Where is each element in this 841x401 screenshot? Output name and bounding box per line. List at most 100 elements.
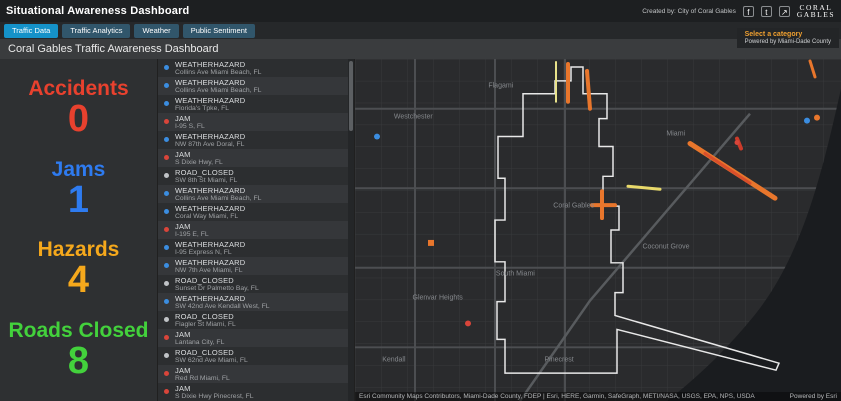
jam-dot xyxy=(164,155,169,160)
incident-location: Collins Ave Miami Beach, FL xyxy=(175,195,262,202)
incident-location: NW 7th Ave Miami, FL xyxy=(175,267,243,274)
weatherhazard-dot xyxy=(164,245,169,250)
stat-value: 8 xyxy=(67,340,90,383)
road-closed-dot xyxy=(164,281,169,286)
incident-location: SW 62nd Ave Miami, FL xyxy=(175,357,248,364)
list-item[interactable]: WEATHERHAZARD SW 42nd Ave Kendall West, F… xyxy=(158,293,354,311)
jam-marker[interactable] xyxy=(804,117,810,124)
incident-location: NW 87th Ave Doral, FL xyxy=(175,141,245,148)
weatherhazard-dot xyxy=(164,83,169,88)
category-selector[interactable]: Select a category Powered by Miami-Dade … xyxy=(736,28,839,48)
accident-marker[interactable] xyxy=(465,320,471,327)
incident-location: S Dixie Hwy Pinecrest, FL xyxy=(175,393,254,400)
list-item[interactable]: WEATHERHAZARD I-95 Express N, FL xyxy=(158,239,354,257)
list-item[interactable]: ROAD_CLOSED Sunset Dr Palmetto Bay, FL xyxy=(158,275,354,293)
list-item[interactable]: ROAD_CLOSED SW 62nd Ave Miami, FL xyxy=(158,347,354,365)
incident-location: Collins Ave Miami Beach, FL xyxy=(175,69,262,76)
stat-label: Hazards xyxy=(37,238,120,262)
incident-location: Red Rd Miami, FL xyxy=(175,375,230,382)
list-item[interactable]: JAM I-95 S, FL xyxy=(158,113,354,131)
attribution-sources: Esri Community Maps Contributors, Miami-… xyxy=(359,393,755,400)
list-item[interactable]: JAM Lantana City, FL xyxy=(158,329,354,347)
list-item[interactable]: JAM Red Rd Miami, FL xyxy=(158,365,354,383)
tab-weather[interactable]: Weather xyxy=(134,23,179,38)
incident-location: Coral Way Miami, FL xyxy=(175,213,239,220)
list-item[interactable]: WEATHERHAZARD Collins Ave Miami Beach, FL xyxy=(158,59,354,77)
road-closed-dot xyxy=(164,173,169,178)
map-canvas[interactable] xyxy=(355,59,841,401)
incident-location: S Dixie Hwy, FL xyxy=(175,159,223,166)
jam-dot xyxy=(164,335,169,340)
dashboard-title: Coral Gables Traffic Awareness Dashboard xyxy=(8,43,219,55)
incident-type: JAM xyxy=(175,150,191,159)
stat-accidents: Accidents 0 xyxy=(0,77,157,140)
list-item[interactable]: WEATHERHAZARD Collins Ave Miami Beach, FL xyxy=(158,185,354,203)
list-item[interactable]: ROAD_CLOSED SW 8th St Miami, FL xyxy=(158,167,354,185)
incident-location: SW 42nd Ave Kendall West, FL xyxy=(175,303,270,310)
incident-location: Sunset Dr Palmetto Bay, FL xyxy=(175,285,259,292)
stat-value: 0 xyxy=(67,97,90,140)
incident-location: I-195 E, FL xyxy=(175,231,209,238)
weatherhazard-dot xyxy=(164,191,169,196)
incident-type: WEATHERHAZARD xyxy=(175,258,246,267)
app-title: Situational Awareness Dashboard xyxy=(6,5,190,17)
weatherhazard-dot xyxy=(164,263,169,268)
map[interactable]: Westchester Flagami Miami Coral Gables Cocon… xyxy=(355,59,841,401)
stat-label: Roads Closed xyxy=(8,319,149,343)
sub-header: Coral Gables Traffic Awareness Dashboard… xyxy=(0,28,841,59)
tab-traffic-analytics[interactable]: Traffic Analytics xyxy=(62,23,131,38)
jam-dot xyxy=(164,371,169,376)
logo-line-2: GABLES xyxy=(796,10,835,19)
main-content: Accidents 0 Jams 1 Hazards 4 Roads Closed 8 WEA… xyxy=(0,59,841,401)
facebook-icon[interactable]: f xyxy=(742,5,754,17)
stats-panel: Accidents 0 Jams 1 Hazards 4 Roads Closed 8 xyxy=(0,59,158,401)
topbar-right: Created by: City of Coral Gables f t ↗ C… xyxy=(642,3,835,19)
incident-type: JAM xyxy=(175,366,191,375)
jam-dot xyxy=(164,119,169,124)
attribution-powered-by: Powered by Esri xyxy=(789,393,837,400)
top-bar: Situational Awareness Dashboard Created … xyxy=(0,0,841,22)
hazard-marker-blue[interactable] xyxy=(374,133,380,140)
incident-type: JAM xyxy=(175,330,191,339)
list-scrollbar-thumb[interactable] xyxy=(349,61,353,131)
road-closed-dot xyxy=(164,317,169,322)
list-item[interactable]: WEATHERHAZARD NW 7th Ave Miami, FL xyxy=(158,257,354,275)
list-item[interactable]: WEATHERHAZARD Collins Ave Miami Beach, FL xyxy=(158,77,354,95)
stat-value: 4 xyxy=(67,259,90,302)
tab-public-sentiment[interactable]: Public Sentiment xyxy=(182,23,255,38)
jam-marker-red[interactable] xyxy=(734,140,740,145)
incident-type: ROAD_CLOSED xyxy=(175,276,234,285)
incident-type: ROAD_CLOSED xyxy=(175,312,234,321)
list-scrollbar[interactable] xyxy=(348,59,354,401)
hazard-marker[interactable] xyxy=(814,114,820,121)
incident-type: ROAD_CLOSED xyxy=(175,168,234,177)
jam-dot xyxy=(164,389,169,394)
list-item[interactable]: WEATHERHAZARD Florida's Tpke, FL xyxy=(158,95,354,113)
stat-jams: Jams 1 xyxy=(0,157,157,221)
list-item[interactable]: JAM S Dixie Hwy, FL xyxy=(158,149,354,167)
incident-location: Florida's Tpke, FL xyxy=(175,105,230,112)
incident-location: Flagler St Miami, FL xyxy=(175,321,236,328)
list-item[interactable]: ROAD_CLOSED Flagler St Miami, FL xyxy=(158,311,354,329)
tab-bar: Traffic Data Traffic Analytics Weather Publ… xyxy=(0,22,841,39)
tab-traffic-data[interactable]: Traffic Data xyxy=(4,23,59,38)
incident-location: I-95 Express N, FL xyxy=(175,249,232,256)
list-item[interactable]: JAM S Dixie Hwy Pinecrest, FL xyxy=(158,383,354,401)
hazard-marker-square[interactable] xyxy=(428,239,434,246)
incident-type: WEATHERHAZARD xyxy=(175,78,246,87)
incident-type: WEATHERHAZARD xyxy=(175,60,246,69)
coral-gables-logo: CORAL GABLES xyxy=(796,3,835,19)
list-item[interactable]: WEATHERHAZARD Coral Way Miami, FL xyxy=(158,203,354,221)
twitter-icon[interactable]: t xyxy=(760,5,772,17)
category-label: Select a category xyxy=(744,31,803,38)
incident-type: JAM xyxy=(175,384,191,393)
stat-label: Jams xyxy=(51,157,106,181)
road-closed-dot xyxy=(164,353,169,358)
incident-type: WEATHERHAZARD xyxy=(175,186,246,195)
incident-location: Lantana City, FL xyxy=(175,339,225,346)
list-item[interactable]: JAM I-195 E, FL xyxy=(158,221,354,239)
list-item[interactable]: WEATHERHAZARD NW 87th Ave Doral, FL xyxy=(158,131,354,149)
incident-type: WEATHERHAZARD xyxy=(175,294,246,303)
weatherhazard-dot xyxy=(164,209,169,214)
share-icon[interactable]: ↗ xyxy=(778,5,790,17)
